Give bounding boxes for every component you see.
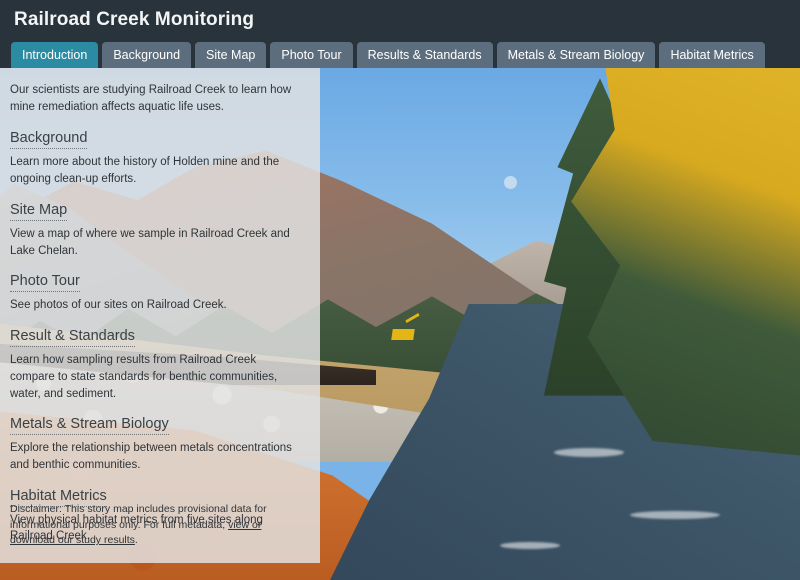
- tab-photo-tour[interactable]: Photo Tour: [270, 42, 353, 68]
- moon: [504, 175, 517, 189]
- section-heading-link[interactable]: Metals & Stream Biology: [10, 415, 169, 436]
- section-description: Explore the relationship between metals …: [10, 442, 292, 472]
- section-heading-link[interactable]: Photo Tour: [10, 272, 80, 293]
- content-area: Our scientists are studying Railroad Cre…: [0, 68, 800, 580]
- intro-paragraph: Our scientists are studying Railroad Cre…: [10, 84, 292, 113]
- section-background: Background Learn more about the history o…: [10, 129, 302, 187]
- tab-introduction[interactable]: Introduction: [11, 42, 99, 68]
- section-description: See photos of our sites on Railroad Cree…: [10, 299, 227, 312]
- page-title: Railroad Creek Monitoring: [14, 9, 255, 30]
- section-heading-link[interactable]: Result & Standards: [10, 327, 135, 348]
- disclaimer: Disclaimer: This story map includes prov…: [10, 502, 302, 549]
- tab-site-map[interactable]: Site Map: [195, 42, 267, 68]
- section-photo-tour: Photo Tour See photos of our sites on Rai…: [10, 272, 302, 314]
- app-header: Railroad Creek Monitoring: [0, 0, 800, 40]
- tab-results-standards[interactable]: Results & Standards: [356, 42, 493, 68]
- intro-side-panel: Our scientists are studying Railroad Cre…: [0, 68, 320, 563]
- section-heading-link[interactable]: Site Map: [10, 201, 68, 221]
- section-description: Learn more about the history of Holden m…: [10, 156, 280, 186]
- tab-bar: Introduction Background Site Map Photo Tour…: [0, 40, 800, 68]
- section-metals-stream-biology: Metals & Stream Biology Explore the relat…: [10, 415, 302, 473]
- excavator: [391, 329, 415, 341]
- section-result-standards: Result & Standards Learn how sampling res…: [10, 327, 302, 402]
- disclaimer-text-after: .: [134, 534, 138, 547]
- tab-background[interactable]: Background: [102, 42, 192, 68]
- section-heading-link[interactable]: Background: [10, 129, 88, 150]
- water-foam: [630, 510, 720, 519]
- story-map-app: Railroad Creek Monitoring Introduction Ba…: [0, 0, 800, 580]
- section-description: View a map of where we sample in Railroa…: [10, 227, 290, 257]
- section-site-map: Site Map View a map of where we sample in…: [10, 201, 302, 259]
- tab-metals-stream-biology[interactable]: Metals & Stream Biology: [496, 42, 656, 68]
- tab-habitat-metrics[interactable]: Habitat Metrics: [659, 42, 765, 68]
- section-description: Learn how sampling results from Railroad…: [10, 354, 278, 400]
